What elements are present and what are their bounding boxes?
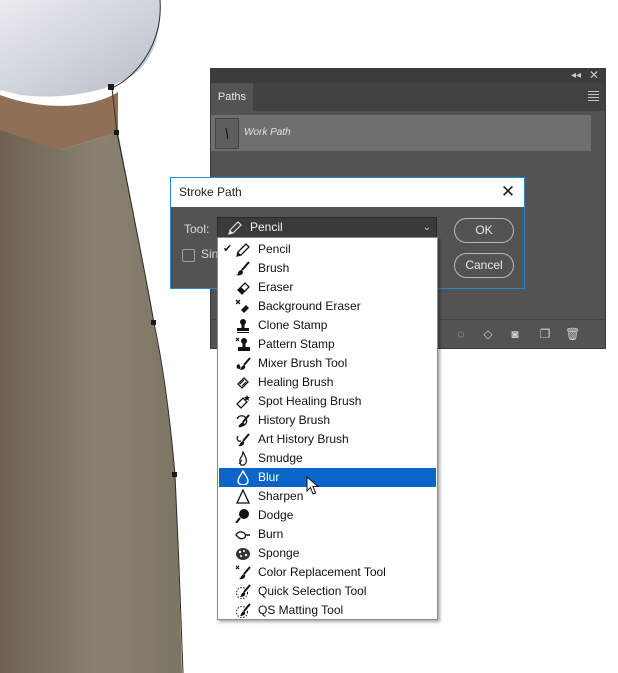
cancel-button[interactable]: Cancel bbox=[454, 253, 514, 278]
chevron-down-icon: ⌄ bbox=[422, 222, 431, 233]
path-anchor-point[interactable] bbox=[114, 130, 119, 135]
panel-header-bar: ◂◂ ✕ bbox=[211, 69, 605, 83]
tool-option-label: Quick Selection Tool bbox=[258, 584, 367, 598]
tool-option-label: Smudge bbox=[258, 451, 303, 465]
tool-dropdown-list: ✔ Pencil Brush Eraser Background Eraser Clone… bbox=[217, 237, 438, 620]
simulate-pressure-label: Sin bbox=[201, 247, 219, 261]
panel-menu-icon[interactable] bbox=[588, 91, 599, 103]
tool-option[interactable]: Sharpen bbox=[219, 487, 436, 506]
collapse-icon[interactable]: ◂◂ bbox=[571, 70, 581, 82]
tool-option-label: QS Matting Tool bbox=[258, 603, 344, 617]
trash-icon[interactable]: 🗑 bbox=[565, 327, 580, 341]
shirt-photo bbox=[0, 120, 182, 673]
tool-option-label: Sharpen bbox=[258, 489, 304, 503]
tool-option[interactable]: Color Replacement Tool bbox=[219, 563, 436, 582]
path-thumbnail bbox=[215, 118, 239, 149]
pencil-icon bbox=[236, 243, 250, 257]
sponge-icon bbox=[236, 548, 250, 560]
art-history-brush-icon bbox=[236, 433, 250, 447]
tool-option[interactable]: ✔ Pencil bbox=[219, 240, 436, 259]
tool-option[interactable]: Healing Brush bbox=[219, 373, 436, 392]
tool-option-label: Burn bbox=[258, 527, 284, 541]
qs-matting-icon bbox=[236, 603, 251, 618]
tool-option-label: Spot Healing Brush bbox=[258, 394, 362, 408]
ok-button[interactable]: OK bbox=[454, 218, 514, 243]
tool-option-label: Art History Brush bbox=[258, 432, 349, 446]
background-eraser-icon bbox=[235, 299, 249, 313]
tool-option-label: Dodge bbox=[258, 508, 294, 522]
tool-option-label: Clone Stamp bbox=[258, 318, 328, 332]
smudge-icon bbox=[238, 451, 247, 466]
dodge-icon bbox=[235, 509, 249, 523]
selection-to-path-icon[interactable]: ◇ bbox=[481, 327, 495, 341]
add-mask-icon[interactable]: ◙ bbox=[508, 327, 522, 341]
tool-option-label: Eraser bbox=[258, 280, 294, 294]
tool-option-label: Healing Brush bbox=[258, 375, 334, 389]
spot-healing-brush-icon bbox=[236, 395, 250, 409]
tool-option[interactable]: Mixer Brush Tool bbox=[219, 354, 436, 373]
simulate-pressure-checkbox[interactable] bbox=[182, 249, 195, 262]
quick-selection-icon bbox=[236, 584, 251, 599]
dialog-titlebar: Stroke Path ✕ bbox=[171, 178, 524, 207]
tool-option-label: Blur bbox=[258, 470, 280, 484]
clone-stamp-icon bbox=[237, 319, 249, 333]
tool-option-label: Mixer Brush Tool bbox=[258, 356, 348, 370]
work-path-label: Work Path bbox=[244, 127, 291, 138]
color-replacement-icon bbox=[235, 565, 251, 580]
path-anchor-point[interactable] bbox=[151, 320, 156, 325]
close-icon[interactable]: ✕ bbox=[589, 69, 599, 82]
tool-select-value: Pencil bbox=[250, 220, 283, 234]
eraser-icon bbox=[237, 282, 250, 295]
blur-icon bbox=[237, 470, 249, 485]
tool-option[interactable]: Art History Brush bbox=[219, 430, 436, 449]
mouse-cursor-icon bbox=[306, 476, 320, 495]
tool-option[interactable]: Sponge bbox=[219, 544, 436, 563]
new-path-icon[interactable]: ❐ bbox=[538, 327, 552, 341]
pencil-icon bbox=[228, 221, 242, 235]
work-path-row[interactable]: Work Path bbox=[211, 115, 591, 151]
collar-photo bbox=[0, 0, 161, 97]
tool-option-label: History Brush bbox=[258, 413, 331, 427]
tool-option-label: Sponge bbox=[258, 546, 300, 560]
tool-option[interactable]: QS Matting Tool bbox=[219, 601, 436, 620]
path-anchor-point[interactable] bbox=[108, 84, 114, 90]
tab-paths[interactable]: Paths bbox=[211, 83, 253, 111]
tool-option-label: Pattern Stamp bbox=[258, 337, 335, 351]
tool-label: Tool: bbox=[184, 222, 210, 236]
tool-option-label: Brush bbox=[258, 261, 290, 275]
tool-option[interactable]: Burn bbox=[219, 525, 436, 544]
tool-option[interactable]: Brush bbox=[219, 259, 436, 278]
tool-option[interactable]: Blur bbox=[219, 468, 436, 487]
tool-option-label: Pencil bbox=[258, 242, 291, 256]
pattern-stamp-icon bbox=[235, 337, 250, 351]
tool-select[interactable]: Pencil ⌄ bbox=[217, 217, 437, 238]
tool-option[interactable]: Quick Selection Tool bbox=[219, 582, 436, 601]
checkmark-icon: ✔ bbox=[223, 243, 233, 255]
panel-tab-bar: Paths bbox=[211, 83, 605, 111]
history-brush-icon bbox=[236, 414, 250, 428]
tool-option-label: Color Replacement Tool bbox=[258, 565, 386, 579]
close-icon[interactable]: ✕ bbox=[498, 182, 518, 202]
mixer-brush-icon bbox=[236, 357, 251, 370]
tool-option[interactable]: History Brush bbox=[219, 411, 436, 430]
brush-icon bbox=[236, 261, 250, 276]
healing-brush-icon bbox=[237, 377, 249, 389]
tool-option[interactable]: Background Eraser bbox=[219, 297, 436, 316]
tool-option[interactable]: Eraser bbox=[219, 278, 436, 297]
burn-icon bbox=[235, 531, 250, 540]
tool-option-label: Background Eraser bbox=[258, 299, 361, 313]
selection-outline-icon[interactable]: ◌ bbox=[454, 327, 468, 341]
tool-option[interactable]: Clone Stamp bbox=[219, 316, 436, 335]
tool-option[interactable]: Smudge bbox=[219, 449, 436, 468]
tool-option[interactable]: Pattern Stamp bbox=[219, 335, 436, 354]
tool-option[interactable]: Spot Healing Brush bbox=[219, 392, 436, 411]
sharpen-icon bbox=[235, 489, 251, 504]
tool-option[interactable]: Dodge bbox=[219, 506, 436, 525]
dialog-title: Stroke Path bbox=[179, 185, 242, 199]
path-anchor-point[interactable] bbox=[172, 472, 177, 477]
